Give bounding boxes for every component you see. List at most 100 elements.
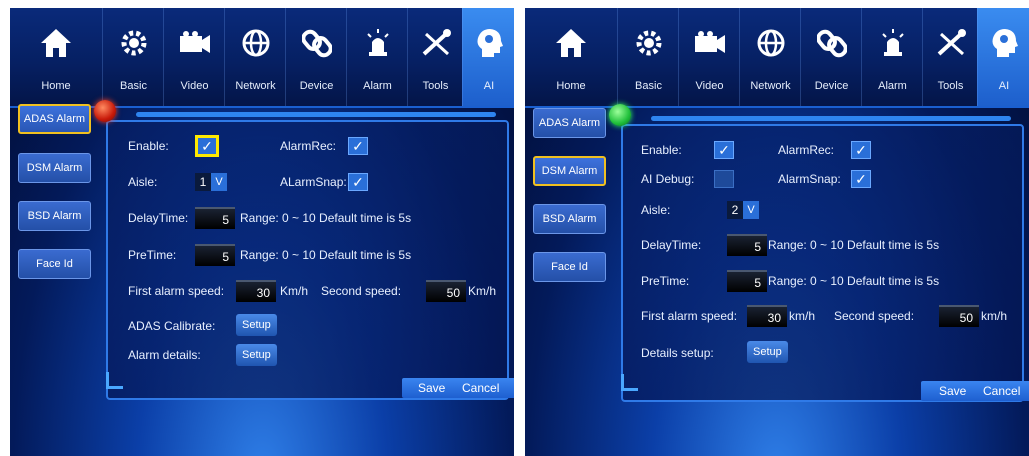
pretime-input[interactable]: 5 — [727, 270, 767, 292]
globe-icon — [237, 24, 275, 62]
pretime-label: PreTime: — [128, 248, 177, 262]
tab-tools[interactable]: Tools — [922, 8, 978, 106]
panel-header — [94, 100, 509, 122]
sidebar-item-adas-alarm[interactable]: ADAS Alarm — [18, 104, 91, 134]
footer-bar: Save Cancel — [921, 381, 1029, 401]
tab-label: Tools — [422, 80, 449, 92]
sidebar-item-label: ADAS Alarm — [538, 117, 601, 129]
gear-icon — [115, 24, 153, 62]
alarmsnap-label: ALarmSnap: — [280, 175, 347, 189]
alarmsnap-checkbox[interactable]: ✓ — [348, 173, 368, 191]
tab-label: Tools — [937, 80, 964, 92]
sidebar-item-dsm-alarm[interactable]: DSM Alarm — [533, 156, 606, 186]
calibrate-setup-button[interactable]: Setup — [236, 314, 277, 336]
sidebar-item-label: BSD Alarm — [542, 213, 597, 225]
tab-tools[interactable]: Tools — [407, 8, 463, 106]
first-speed-input[interactable]: 30 — [236, 280, 276, 302]
tab-label: Network — [750, 80, 791, 92]
tab-basic[interactable]: Basic — [617, 8, 679, 106]
tab-label: AI — [998, 80, 1010, 92]
alarmrec-checkbox[interactable]: ✓ — [851, 141, 871, 159]
tab-label: Home — [41, 80, 71, 92]
gear-icon — [630, 24, 668, 62]
adas-calibrate-label: ADAS Calibrate: — [128, 319, 216, 333]
wrench-screwdriver-icon — [932, 24, 970, 62]
aidebug-checkbox[interactable] — [714, 170, 734, 188]
sidebar-item-bsd-alarm[interactable]: BSD Alarm — [533, 204, 606, 234]
tab-device[interactable]: Device — [800, 8, 862, 106]
pretime-input[interactable]: 5 — [195, 244, 235, 266]
tab-home[interactable]: Home — [10, 8, 102, 106]
alarmrec-label: AlarmRec: — [280, 139, 337, 153]
enable-checkbox[interactable]: ✓ — [195, 135, 219, 157]
tab-ai[interactable]: AI — [462, 8, 514, 106]
sidebar-item-bsd-alarm[interactable]: BSD Alarm — [18, 201, 91, 231]
pre-range-text: Range: 0 ~ 10 Default time is 5s — [240, 248, 412, 262]
details-setup-button[interactable]: Setup — [747, 341, 788, 363]
enable-label: Enable: — [641, 143, 682, 157]
right-screen: Home Basic Video Network Device Alarm To… — [525, 8, 1029, 456]
ai-head-icon — [470, 24, 508, 62]
top-nav: Home Basic Video Network Device Alarm To… — [525, 8, 1029, 108]
sidebar-item-label: BSD Alarm — [27, 210, 82, 222]
tab-label: Home — [556, 80, 586, 92]
alarmsnap-checkbox[interactable]: ✓ — [851, 170, 871, 188]
tab-label: Alarm — [363, 80, 392, 92]
details-setup-button[interactable]: Setup — [236, 344, 277, 366]
delaytime-input[interactable]: 5 — [727, 234, 767, 256]
sidebar-item-label: DSM Alarm — [541, 165, 598, 177]
chain-link-icon — [813, 24, 851, 62]
tab-alarm[interactable]: Alarm — [861, 8, 923, 106]
siren-icon — [359, 24, 397, 62]
sidebar-item-dsm-alarm[interactable]: DSM Alarm — [18, 153, 91, 183]
tab-label: Video — [180, 80, 209, 92]
sidebar-item-face-id[interactable]: Face Id — [18, 249, 91, 279]
alarmsnap-label: AlarmSnap: — [778, 172, 841, 186]
tab-label: AI — [483, 80, 495, 92]
aisle-select[interactable]: 2 V — [727, 201, 759, 219]
delay-range-text: Range: 0 ~ 10 Default time is 5s — [240, 211, 412, 225]
sidebar-item-label: Face Id — [551, 261, 588, 273]
first-speed-input[interactable]: 30 — [747, 305, 787, 327]
tab-alarm[interactable]: Alarm — [346, 8, 408, 106]
tab-device[interactable]: Device — [285, 8, 347, 106]
tab-video[interactable]: Video — [163, 8, 225, 106]
first-speed-unit: Km/h — [280, 284, 309, 298]
enable-checkbox[interactable]: ✓ — [714, 141, 734, 159]
tab-home[interactable]: Home — [525, 8, 617, 106]
second-speed-unit: km/h — [981, 309, 1008, 323]
save-button[interactable]: Save — [418, 378, 445, 398]
tab-label: Alarm — [878, 80, 907, 92]
sidebar-item-adas-alarm[interactable]: ADAS Alarm — [533, 108, 606, 138]
camera-icon — [691, 24, 729, 62]
tab-label: Basic — [635, 80, 662, 92]
tab-video[interactable]: Video — [678, 8, 740, 106]
sidebar-item-label: Face Id — [36, 258, 73, 270]
second-speed-input[interactable]: 50 — [939, 305, 979, 327]
delaytime-input[interactable]: 5 — [195, 207, 235, 229]
left-screen: Home Basic Video Network Device Alarm To… — [10, 8, 514, 456]
delay-range-text: Range: 0 ~ 10 Default time is 5s — [768, 238, 940, 252]
save-button[interactable]: Save — [939, 381, 966, 401]
tab-network[interactable]: Network — [224, 8, 286, 106]
tab-label: Basic — [120, 80, 147, 92]
alarmrec-checkbox[interactable]: ✓ — [348, 137, 368, 155]
tab-label: Device — [814, 80, 849, 92]
pre-range-text: Range: 0 ~ 10 Default time is 5s — [768, 274, 940, 288]
first-speed-label: First alarm speed: — [128, 284, 225, 298]
home-icon — [37, 24, 75, 62]
tab-ai[interactable]: AI — [977, 8, 1029, 106]
second-speed-label: Second speed: — [834, 309, 915, 323]
aisle-select[interactable]: 1 V — [195, 173, 227, 191]
tab-network[interactable]: Network — [739, 8, 801, 106]
panel-header-bar — [136, 112, 496, 117]
tab-label: Video — [695, 80, 724, 92]
tab-label: Device — [299, 80, 334, 92]
cancel-button[interactable]: Cancel — [462, 378, 499, 398]
sidebar-item-face-id[interactable]: Face Id — [533, 252, 606, 282]
cancel-button[interactable]: Cancel — [983, 381, 1020, 401]
second-speed-input[interactable]: 50 — [426, 280, 466, 302]
siren-icon — [874, 24, 912, 62]
tab-basic[interactable]: Basic — [102, 8, 164, 106]
details-setup-label: Details setup: — [641, 346, 714, 360]
